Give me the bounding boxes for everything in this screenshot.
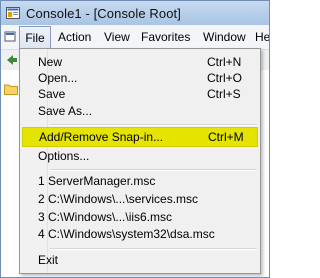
menu-item-save-as[interactable]: Save As... xyxy=(22,102,258,121)
menu-action[interactable]: Action xyxy=(58,25,91,49)
menu-bar: File Action View Favorites Window He xyxy=(1,25,269,50)
menu-separator xyxy=(50,169,257,171)
recent-file-label: 1 ServerManager.msc xyxy=(38,174,156,188)
file-menu-dropdown: New Ctrl+N Open... Ctrl+O Save Ctrl+S Sa… xyxy=(19,48,261,274)
mmc-window: Console1 - [Console Root] File Action Vi… xyxy=(0,0,270,278)
menu-separator xyxy=(50,124,257,126)
folder-icon[interactable] xyxy=(4,83,18,98)
recent-file-1[interactable]: 1 ServerManager.msc xyxy=(22,172,258,191)
menu-item-options[interactable]: Options... xyxy=(22,147,258,166)
menu-item-add-remove-label: Add/Remove Snap-in... xyxy=(39,130,164,144)
mmc-menu-icon[interactable] xyxy=(4,25,16,49)
menu-window[interactable]: Window xyxy=(203,25,246,49)
menu-item-add-remove-shortcut: Ctrl+M xyxy=(208,130,244,144)
menu-item-exit-label: Exit xyxy=(38,253,59,267)
menu-view[interactable]: View xyxy=(104,25,130,49)
window-title: Console1 - [Console Root] xyxy=(26,5,181,21)
recent-file-4[interactable]: 4 C:\Windows\system32\dsa.msc xyxy=(22,225,258,244)
recent-file-label: 2 C:\Windows\...\services.msc xyxy=(38,192,199,206)
menu-item-options-label: Options... xyxy=(38,149,90,163)
menu-file[interactable]: File xyxy=(19,26,51,50)
menu-help[interactable]: He xyxy=(255,25,269,49)
menu-favorites[interactable]: Favorites xyxy=(141,25,190,49)
menu-item-add-remove-snap-in[interactable]: Add/Remove Snap-in... Ctrl+M xyxy=(22,127,258,147)
recent-file-2[interactable]: 2 C:\Windows\...\services.msc xyxy=(22,190,258,209)
back-arrow-icon[interactable] xyxy=(4,53,18,70)
mmc-console-icon xyxy=(6,7,20,19)
recent-file-label: 4 C:\Windows\system32\dsa.msc xyxy=(38,227,215,241)
menu-separator xyxy=(50,248,257,250)
menu-item-save-as-label: Save As... xyxy=(38,104,93,118)
title-bar[interactable]: Console1 - [Console Root] xyxy=(1,1,269,25)
menu-item-exit[interactable]: Exit xyxy=(22,251,258,270)
